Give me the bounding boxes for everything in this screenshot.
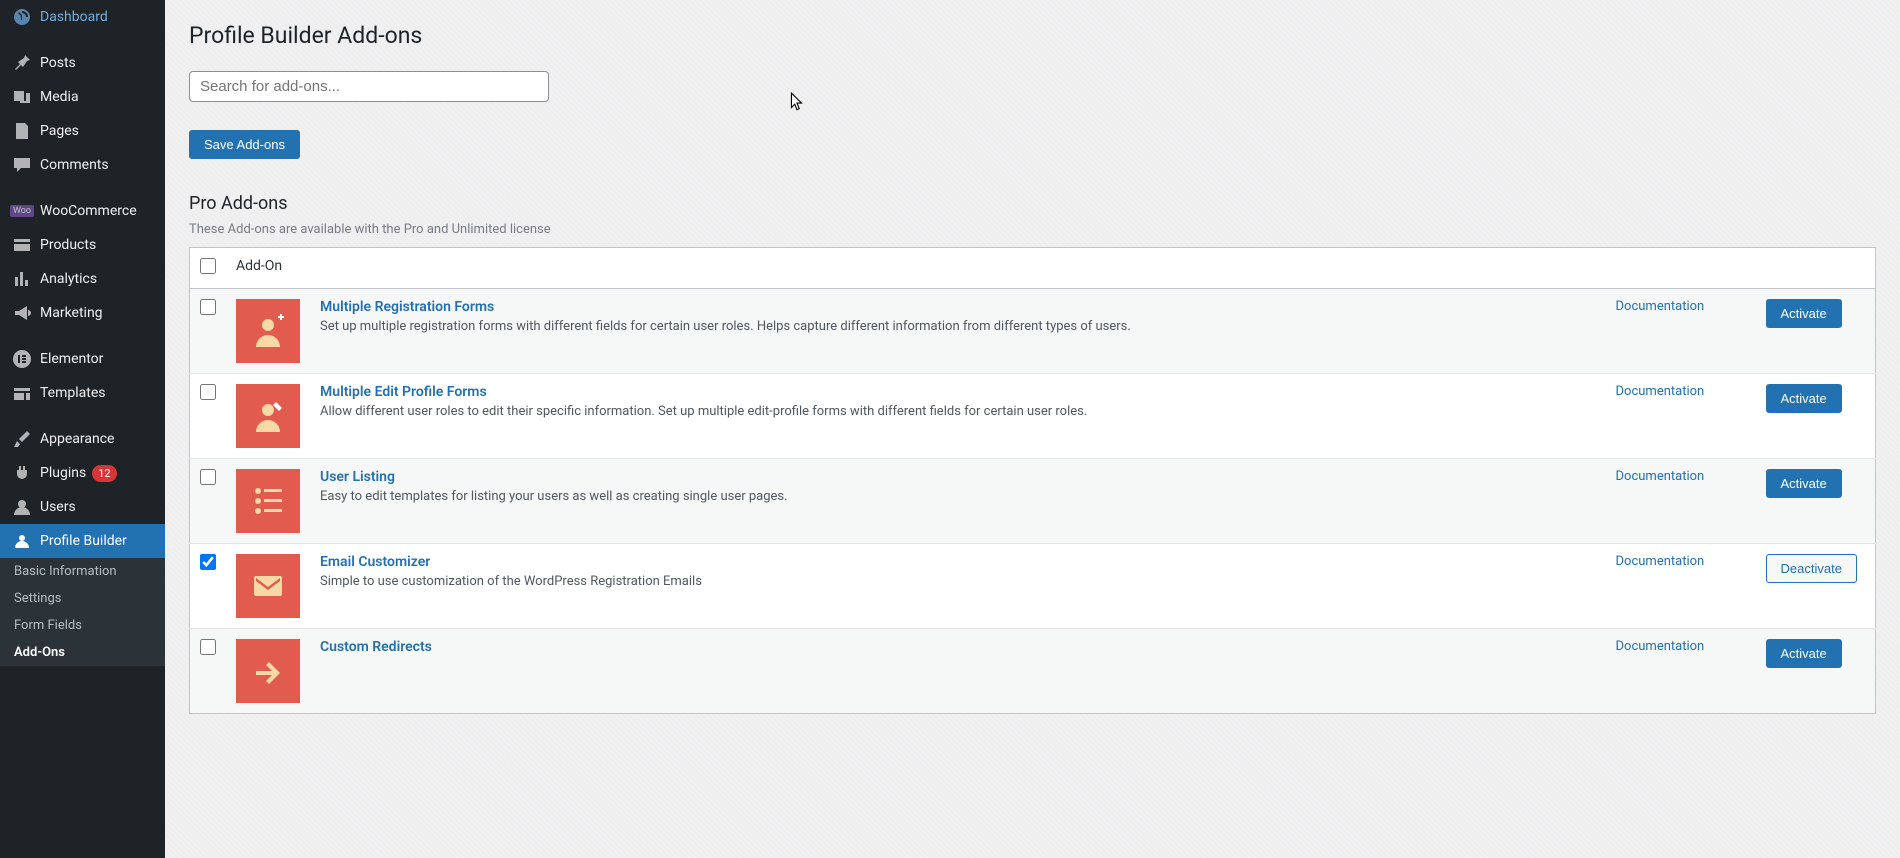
sidebar-item-appearance[interactable]: Appearance [0,422,165,456]
addon-icon [236,299,300,363]
sidebar-item-marketing[interactable]: Marketing [0,296,165,330]
sidebar-item-label: Products [40,237,96,253]
addon-checkbox[interactable] [200,469,216,485]
documentation-link[interactable]: Documentation [1616,384,1705,399]
addon-row: Email Customizer Simple to use customizat… [190,544,1876,629]
sidebar-item-label: Analytics [40,271,97,287]
sidebar-item-label: Marketing [40,305,103,321]
submenu-settings[interactable]: Settings [0,585,165,612]
comment-icon [12,155,32,175]
brush-icon [12,429,32,449]
activate-button[interactable]: Activate [1766,639,1842,668]
documentation-link[interactable]: Documentation [1616,639,1705,654]
addons-table: Add-On Multiple Registration Forms Set up… [189,247,1876,714]
addon-title: Email Customizer [320,554,1596,570]
user-icon [12,497,32,517]
addon-icon [236,384,300,448]
products-icon [12,235,32,255]
pin-icon [12,53,32,73]
addon-title: Custom Redirects [320,639,1596,655]
page-icon [12,121,32,141]
addon-description: Simple to use customization of the WordP… [320,574,1596,589]
megaphone-icon [12,303,32,323]
documentation-link[interactable]: Documentation [1616,469,1705,484]
addon-title: Multiple Registration Forms [320,299,1596,315]
sidebar-item-label: Media [40,89,79,105]
sidebar-item-label: Profile Builder [40,533,127,549]
sidebar-item-label: Plugins [40,465,86,481]
addon-row: Multiple Edit Profile Forms Allow differe… [190,374,1876,459]
sidebar-item-label: Dashboard [40,9,108,25]
sidebar-item-label: Templates [40,385,106,401]
documentation-link[interactable]: Documentation [1616,299,1705,314]
addon-title: User Listing [320,469,1596,485]
deactivate-button[interactable]: Deactivate [1766,554,1857,583]
activate-button[interactable]: Activate [1766,384,1842,413]
addon-description: Set up multiple registration forms with … [320,319,1596,334]
profile-builder-icon [12,531,32,551]
addon-checkbox[interactable] [200,639,216,655]
submenu-add-ons[interactable]: Add-Ons [0,639,165,666]
woocommerce-icon: Woo [12,201,32,221]
submenu: Basic Information Settings Form Fields A… [0,558,165,666]
sidebar-item-label: Posts [40,55,76,71]
sidebar-item-media[interactable]: Media [0,80,165,114]
update-count-badge: 12 [92,465,116,482]
sidebar-item-label: Pages [40,123,79,139]
addon-icon [236,554,300,618]
addon-icon [236,469,300,533]
sidebar-item-comments[interactable]: Comments [0,148,165,182]
addon-title: Multiple Edit Profile Forms [320,384,1596,400]
search-input[interactable] [189,71,549,102]
section-heading: Pro Add-ons [189,193,1876,214]
elementor-icon [12,349,32,369]
section-subtitle: These Add-ons are available with the Pro… [189,222,1876,237]
save-addons-button[interactable]: Save Add-ons [189,130,300,159]
addon-description: Allow different user roles to edit their… [320,404,1596,419]
addon-icon [236,639,300,703]
addon-checkbox[interactable] [200,384,216,400]
activate-button[interactable]: Activate [1766,299,1842,328]
submenu-form-fields[interactable]: Form Fields [0,612,165,639]
activate-button[interactable]: Activate [1766,469,1842,498]
sidebar-item-label: Elementor [40,351,103,367]
analytics-icon [12,269,32,289]
select-all-checkbox[interactable] [200,258,216,274]
sidebar-item-users[interactable]: Users [0,490,165,524]
sidebar-item-analytics[interactable]: Analytics [0,262,165,296]
sidebar-item-pages[interactable]: Pages [0,114,165,148]
addon-row: User Listing Easy to edit templates for l… [190,459,1876,544]
sidebar-item-label: Users [40,499,76,515]
sidebar-item-dashboard[interactable]: Dashboard [0,0,165,34]
sidebar-item-woocommerce[interactable]: Woo WooCommerce [0,194,165,228]
sidebar-item-templates[interactable]: Templates [0,376,165,410]
sidebar-item-posts[interactable]: Posts [0,46,165,80]
sidebar-item-label: Appearance [40,431,114,447]
dashboard-icon [12,7,32,27]
sidebar-item-profile-builder[interactable]: Profile Builder [0,524,165,558]
sidebar-item-products[interactable]: Products [0,228,165,262]
documentation-link[interactable]: Documentation [1616,554,1705,569]
main-content: Profile Builder Add-ons Save Add-ons Pro… [165,0,1900,858]
addon-row: Custom Redirects Documentation Activate [190,629,1876,714]
page-title: Profile Builder Add-ons [189,22,1876,49]
media-icon [12,87,32,107]
templates-icon [12,383,32,403]
addon-checkbox[interactable] [200,299,216,315]
addon-checkbox[interactable] [200,554,216,570]
addon-description: Easy to edit templates for listing your … [320,489,1596,504]
col-header-addon: Add-On [226,248,1606,289]
plug-icon [12,463,32,483]
admin-sidebar: Dashboard Posts Media Pages Comments Woo… [0,0,165,858]
sidebar-item-label: Comments [40,157,109,173]
sidebar-item-plugins[interactable]: Plugins 12 [0,456,165,490]
addon-row: Multiple Registration Forms Set up multip… [190,289,1876,374]
sidebar-item-elementor[interactable]: Elementor [0,342,165,376]
submenu-basic-information[interactable]: Basic Information [0,558,165,585]
sidebar-item-label: WooCommerce [40,203,137,219]
